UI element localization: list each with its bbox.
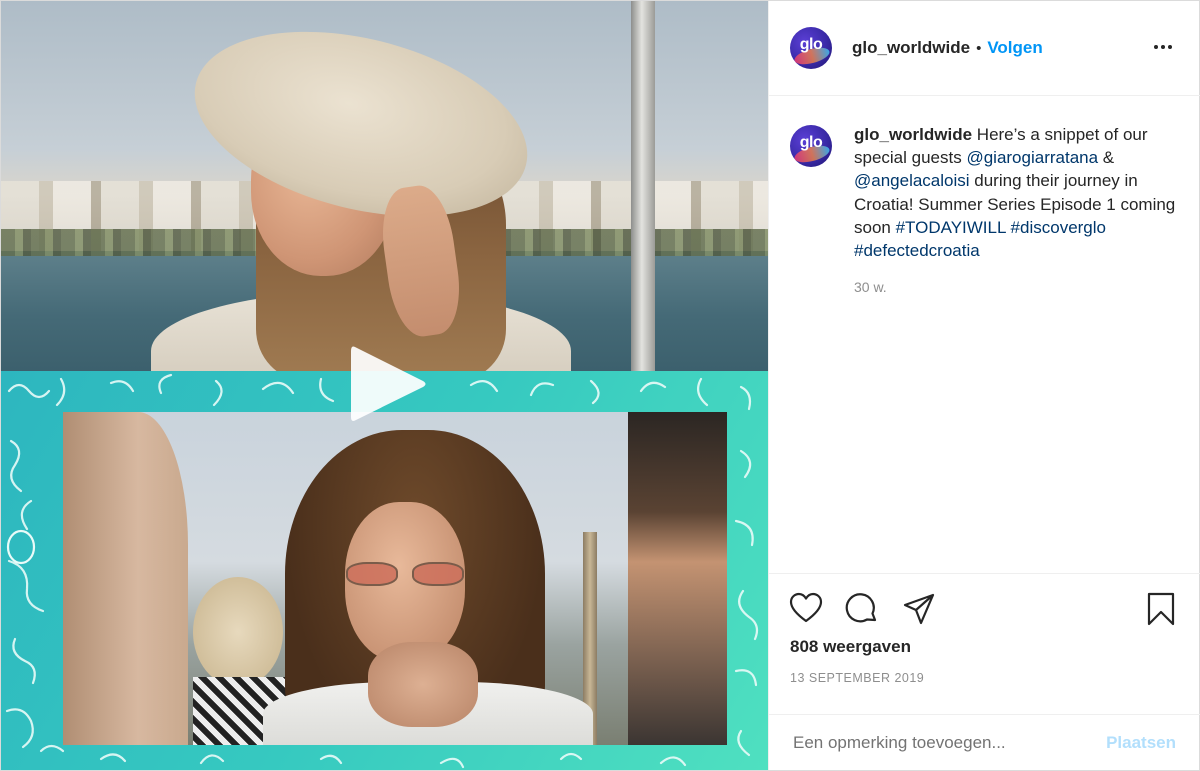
hashtag-link[interactable]: #discoverglo: [1011, 218, 1106, 237]
bookmark-icon[interactable]: [1144, 592, 1178, 626]
post-video[interactable]: [1, 1, 768, 770]
mention-link[interactable]: @angelacaloisi: [854, 171, 970, 190]
caption: glo glo_worldwide Here’s a snippet of ou…: [790, 123, 1190, 295]
caption-username[interactable]: glo_worldwide: [854, 125, 972, 144]
play-icon[interactable]: [347, 341, 429, 427]
heart-icon[interactable]: [789, 592, 823, 626]
comment-icon[interactable]: [845, 592, 879, 626]
video-frame-bottom: [1, 371, 768, 770]
separator-dot: •: [976, 39, 982, 57]
post-header: glo glo_worldwide • Volgen: [769, 1, 1200, 96]
share-icon[interactable]: [902, 592, 936, 626]
follow-button[interactable]: Volgen: [987, 38, 1042, 58]
video-frame-top: [1, 1, 768, 371]
post-date: 13 SEPTEMBER 2019: [790, 671, 925, 685]
mention-link[interactable]: @giarogiarratana: [966, 148, 1098, 167]
instagram-post: glo glo_worldwide • Volgen glo glo_world…: [0, 0, 1200, 771]
avatar[interactable]: glo: [790, 27, 832, 69]
comment-bar: Plaatsen: [769, 714, 1200, 771]
post-actions: 808 weergaven 13 SEPTEMBER 2019 Plaatsen: [769, 573, 1200, 770]
post-details-panel: glo glo_worldwide • Volgen glo glo_world…: [768, 1, 1200, 770]
comment-input[interactable]: [793, 733, 1107, 753]
more-icon[interactable]: [1148, 35, 1178, 59]
post-comment-button[interactable]: Plaatsen: [1106, 733, 1176, 753]
view-count[interactable]: 808 weergaven: [790, 637, 911, 657]
caption-timestamp[interactable]: 30 w.: [854, 279, 1190, 295]
video-scene-bottom: [63, 412, 727, 745]
hashtag-link[interactable]: #defectedcroatia: [854, 241, 980, 260]
caption-avatar[interactable]: glo: [790, 125, 832, 167]
caption-text: glo_worldwide Here’s a snippet of our sp…: [854, 125, 1176, 261]
header-username[interactable]: glo_worldwide: [852, 38, 970, 58]
hashtag-link[interactable]: #TODAYIWILL: [896, 218, 1006, 237]
